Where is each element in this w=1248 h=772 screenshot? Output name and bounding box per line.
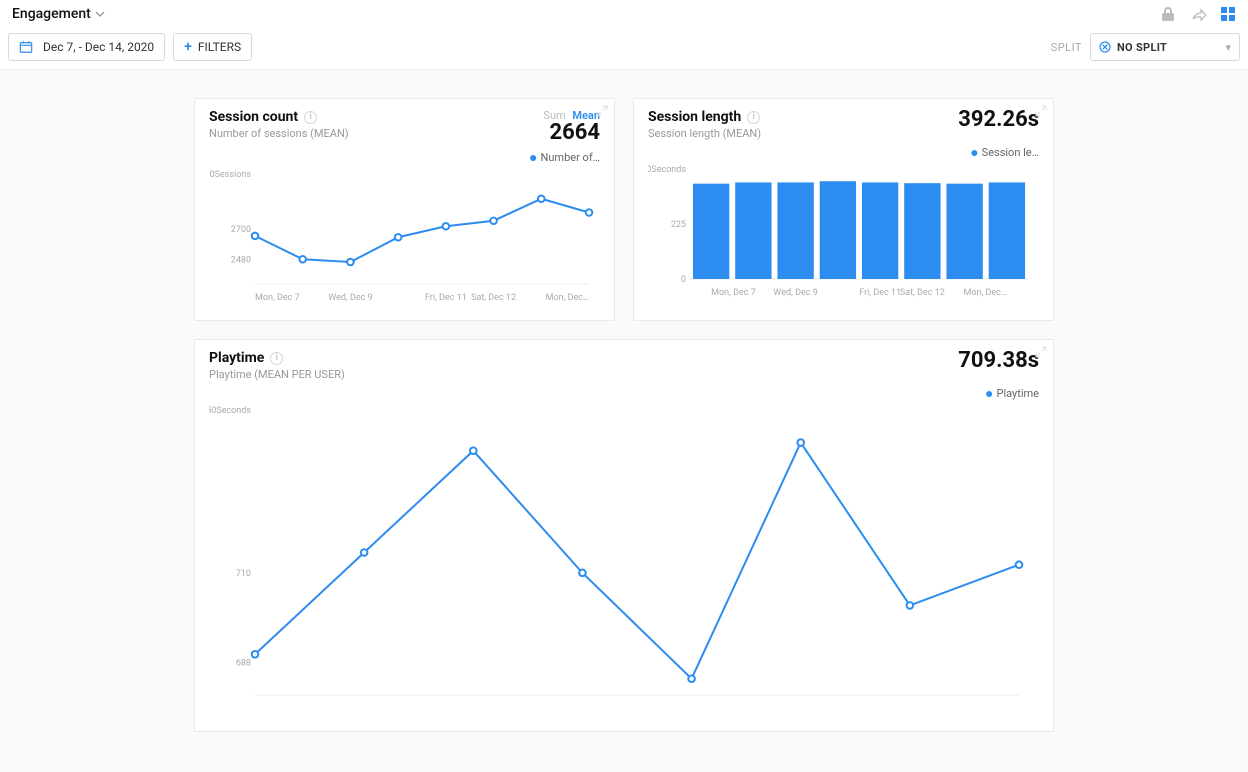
split-label: SPLIT: [1051, 41, 1082, 54]
card-title: Playtime: [209, 350, 264, 366]
page-title-dropdown[interactable]: Engagement: [12, 6, 105, 22]
expand-icon[interactable]: [1035, 105, 1047, 117]
svg-text:3100Sessions: 3100Sessions: [209, 170, 251, 180]
plus-icon: +: [184, 39, 192, 55]
svg-text:225: 225: [671, 220, 686, 230]
svg-text:Sat, Dec 12: Sat, Dec 12: [471, 293, 516, 303]
legend-label: Playtime: [997, 387, 1039, 400]
caret-down-icon: ▾: [1225, 41, 1231, 54]
date-range-picker[interactable]: Dec 7, - Dec 14, 2020: [8, 33, 165, 61]
expand-icon[interactable]: [596, 105, 608, 117]
chart-session-count: 3100Sessions 2700 2480 Mon, Dec 7 Wed, Dec 9…: [209, 166, 599, 306]
legend-dot-icon: ●: [985, 386, 993, 402]
page-title: Engagement: [12, 6, 91, 22]
svg-text:Mon, Dec…: Mon, Dec…: [546, 293, 589, 303]
card-subtitle: Number of sessions (MEAN): [209, 127, 349, 140]
lock-icon[interactable]: [1160, 6, 1176, 22]
grid-view-icon[interactable]: [1220, 6, 1236, 22]
svg-text:Mon, Dec…: Mon, Dec…: [964, 288, 1007, 298]
card-value: 392.26s: [958, 107, 1039, 132]
svg-text:Fri, Dec 11: Fri, Dec 11: [859, 288, 901, 298]
svg-text:Mon, Dec 7: Mon, Dec 7: [711, 288, 756, 298]
card-title: Session length: [648, 109, 741, 125]
info-icon[interactable]: i: [747, 111, 760, 124]
filters-label: FILTERS: [198, 40, 241, 54]
card-playtime: Playtime i Playtime (MEAN PER USER) 709.…: [194, 339, 1054, 732]
svg-text:710: 710: [236, 569, 251, 579]
svg-text:Mon, Dec 7: Mon, Dec 7: [255, 293, 300, 303]
svg-text:Wed, Dec 9: Wed, Dec 9: [773, 288, 817, 298]
split-select[interactable]: NO SPLIT ▾: [1090, 33, 1240, 61]
svg-text:2700: 2700: [231, 225, 251, 235]
calendar-icon: [19, 40, 33, 54]
card-subtitle: Playtime (MEAN PER USER): [209, 368, 345, 381]
no-split-icon: [1099, 41, 1111, 53]
svg-text:Fri, Dec 11: Fri, Dec 11: [425, 293, 467, 303]
legend-label: Session le…: [982, 146, 1039, 159]
share-icon[interactable]: [1190, 6, 1206, 22]
legend-dot-icon: ●: [970, 145, 978, 161]
legend-dot-icon: ●: [529, 150, 537, 166]
svg-text:450Seconds: 450Seconds: [648, 165, 686, 175]
chart-playtime: 750Seconds 710 688: [209, 402, 1029, 717]
svg-text:750Seconds: 750Seconds: [209, 406, 251, 416]
card-title: Session count: [209, 109, 298, 125]
no-split-text: NO SPLIT: [1117, 41, 1167, 54]
svg-text:688: 688: [236, 658, 251, 668]
expand-icon[interactable]: [1035, 346, 1047, 358]
card-session-count: Session count i Number of sessions (MEAN…: [194, 98, 615, 321]
svg-text:2480: 2480: [231, 255, 251, 265]
svg-text:Sat, Dec 12: Sat, Dec 12: [900, 288, 945, 298]
card-subtitle: Session length (MEAN): [648, 127, 761, 140]
card-session-length: Session length i Session length (MEAN) 3…: [633, 98, 1054, 321]
svg-text:Wed, Dec 9: Wed, Dec 9: [328, 293, 372, 303]
info-icon[interactable]: i: [304, 111, 317, 124]
card-value: 709.38s: [958, 348, 1039, 373]
info-icon[interactable]: i: [270, 352, 283, 365]
card-value: 2664: [543, 120, 600, 145]
date-range-text: Dec 7, - Dec 14, 2020: [43, 40, 154, 54]
legend-label: Number of…: [541, 151, 600, 164]
chevron-down-icon: [95, 9, 105, 19]
filters-button[interactable]: + FILTERS: [173, 33, 252, 61]
svg-text:0: 0: [681, 275, 686, 285]
chart-session-length: 450Seconds 225 0 Mon, Dec 7 Wed, Dec 9 Fri, D…: [648, 161, 1038, 301]
